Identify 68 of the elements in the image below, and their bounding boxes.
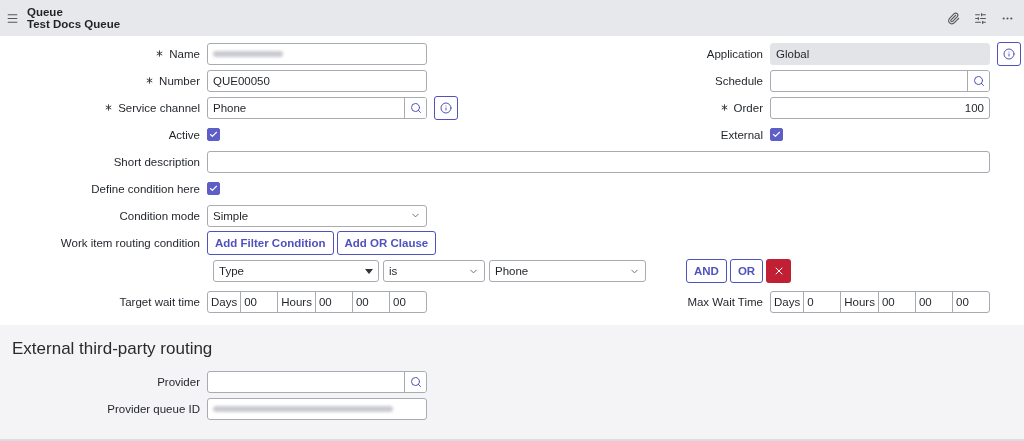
operator-select[interactable]: is	[383, 260, 485, 282]
field-label: Service channel	[118, 101, 200, 114]
duration-value: 00	[392, 294, 407, 310]
readonly-field: Global	[770, 42, 990, 65]
unit-label: Days	[771, 291, 805, 312]
duration-field[interactable]: Days 0 Hours 00 00 00	[770, 290, 990, 313]
field-label: Application	[705, 47, 764, 60]
input-field[interactable]: 100	[770, 96, 990, 119]
filter-button[interactable]: Add Filter Condition	[207, 230, 334, 255]
checkbox[interactable]	[770, 128, 783, 141]
lookup-field[interactable]	[207, 370, 427, 393]
field-label: Schedule	[714, 74, 764, 87]
caret-icon	[365, 268, 373, 274]
condition-button[interactable]: AND	[686, 259, 727, 283]
field-label: Condition mode	[118, 209, 201, 222]
field-label: Name	[169, 47, 200, 60]
condition-button[interactable]: OR	[729, 259, 764, 283]
checkbox[interactable]	[207, 182, 220, 195]
paperclip-icon[interactable]	[947, 11, 960, 25]
unit-label: Hours	[841, 291, 879, 312]
input-field[interactable]	[207, 397, 427, 420]
check-icon	[772, 130, 781, 139]
duration-value: 00	[955, 294, 970, 310]
input-field[interactable]	[207, 42, 427, 65]
duration-value: 00	[915, 291, 953, 312]
duration-value: 00	[878, 291, 916, 312]
lookup-field[interactable]	[770, 69, 990, 92]
input-field[interactable]: QUE00050	[207, 69, 427, 92]
duration-value: 00	[352, 291, 390, 312]
field-label: Short description	[112, 155, 201, 168]
field-label: Order	[733, 101, 763, 114]
duration-value: 00	[241, 291, 279, 312]
field-label: Number	[159, 74, 200, 87]
search-icon[interactable]	[404, 371, 426, 392]
field-label: External	[719, 128, 764, 141]
info-button[interactable]	[997, 41, 1021, 66]
value-select[interactable]: Phone	[489, 260, 646, 282]
field-label: Provider queue ID	[106, 402, 201, 415]
lookup-field[interactable]: Phone	[207, 96, 427, 119]
menu-icon[interactable]	[6, 11, 19, 25]
check-icon	[209, 130, 218, 139]
section-title: External third-party routing	[11, 339, 214, 359]
record-title: Test Docs Queue	[27, 18, 122, 30]
search-icon[interactable]	[967, 70, 989, 91]
info-button[interactable]	[434, 95, 458, 120]
unit-label: Days	[208, 291, 242, 312]
settings-icon[interactable]	[974, 11, 987, 25]
duration-value: 00	[315, 291, 353, 312]
search-icon[interactable]	[404, 97, 426, 118]
info-icon	[1003, 47, 1015, 60]
unit-label: Hours	[278, 291, 316, 312]
field-label: Provider	[156, 375, 201, 388]
field-label: Target wait time	[118, 295, 201, 308]
duration-field[interactable]: Days 00 Hours 00 00 00	[207, 290, 427, 313]
record-type: Queue	[27, 6, 64, 18]
field-label: Max Wait Time	[686, 295, 764, 308]
field-select[interactable]: Type	[213, 260, 379, 282]
info-icon	[440, 101, 452, 114]
delete-button[interactable]	[766, 259, 792, 283]
field-label: Active	[167, 128, 201, 141]
checkbox[interactable]	[207, 128, 220, 141]
field-label: Work item routing condition	[59, 236, 201, 249]
check-icon	[209, 184, 218, 193]
duration-value: 0	[804, 291, 842, 312]
input-field[interactable]	[207, 150, 990, 173]
condition-mode-select[interactable]: Simple	[207, 204, 427, 227]
filter-button[interactable]: Add OR Clause	[336, 230, 437, 255]
field-label: Define condition here	[90, 182, 201, 195]
